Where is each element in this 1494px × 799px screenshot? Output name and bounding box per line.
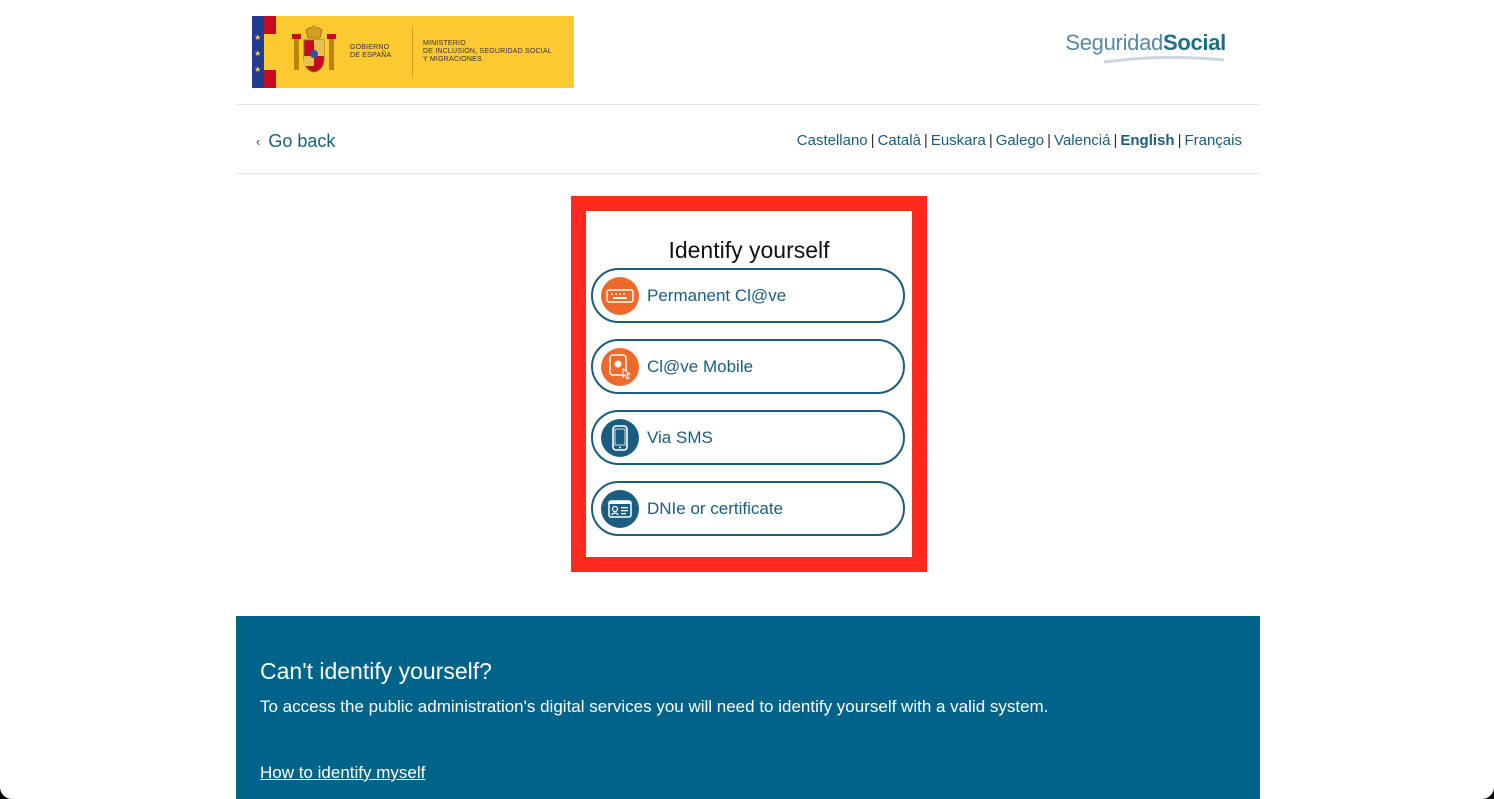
lang-separator: | xyxy=(988,132,993,149)
lang-galego[interactable]: Galego xyxy=(996,132,1044,149)
government-logo[interactable]: ★ ★ ★ GOBIERNO DE ESPAÑA MINISTERIO DE I… xyxy=(252,16,574,88)
ministerio-text: MINISTERIO DE INCLUSIÓN, SEGURIDAD SOCIA… xyxy=(423,40,552,63)
eu-flag-strip: ★ ★ ★ xyxy=(252,16,264,88)
permanent-clave-button[interactable]: Permanent Cl@ve xyxy=(591,268,905,323)
coat-of-arms-icon xyxy=(290,24,338,80)
help-section: Can't identify yourself? To access the p… xyxy=(236,616,1260,799)
help-text: To access the public administration's di… xyxy=(260,697,1049,716)
help-title: Can't identify yourself? xyxy=(260,658,492,684)
smartphone-icon xyxy=(601,418,639,457)
lang-catala[interactable]: Català xyxy=(878,132,921,149)
lang-separator: | xyxy=(870,132,875,149)
logo-divider xyxy=(412,26,413,78)
dnie-certificate-button[interactable]: DNIe or certificate xyxy=(591,481,905,536)
clave-mobile-button[interactable]: Cl@ve Mobile xyxy=(591,339,905,394)
option-label: Permanent Cl@ve xyxy=(647,285,787,305)
how-to-identify-link[interactable]: How to identify myself xyxy=(260,763,425,783)
identify-card: Identify yourself Permanent Cl@ve Cl@ve … xyxy=(586,211,912,557)
navbar: ‹ Go back Castellano | Català | Euskara … xyxy=(236,105,1260,174)
mobile-touch-icon xyxy=(601,347,639,386)
go-back-label: Go back xyxy=(268,131,336,151)
lang-valencia[interactable]: Valenciá xyxy=(1054,132,1110,149)
keyboard-icon xyxy=(601,276,639,315)
option-label: Via SMS xyxy=(647,427,713,447)
seguridad-social-logo[interactable]: SeguridadSocial xyxy=(1065,30,1226,56)
lang-euskara[interactable]: Euskara xyxy=(931,132,986,149)
lang-separator: | xyxy=(1113,132,1118,149)
id-card-icon xyxy=(601,489,639,528)
identify-title: Identify yourself xyxy=(668,237,830,263)
spain-flag-strip xyxy=(264,16,276,88)
via-sms-button[interactable]: Via SMS xyxy=(591,410,905,465)
header: ★ ★ ★ GOBIERNO DE ESPAÑA MINISTERIO DE I… xyxy=(236,0,1260,105)
gobierno-text: GOBIERNO DE ESPAÑA xyxy=(350,44,392,59)
option-label: Cl@ve Mobile xyxy=(647,356,754,376)
language-selector: Castellano | Català | Euskara | Galego |… xyxy=(797,132,1242,149)
logo-swoosh-icon xyxy=(1104,56,1224,64)
lang-english[interactable]: English xyxy=(1120,132,1174,149)
lang-separator: | xyxy=(1177,132,1182,149)
lang-separator: | xyxy=(923,132,928,149)
go-back-link[interactable]: ‹ Go back xyxy=(256,131,335,152)
chevron-left-icon: ‹ xyxy=(256,134,261,149)
highlight-frame: Identify yourself Permanent Cl@ve Cl@ve … xyxy=(571,196,927,572)
lang-separator: | xyxy=(1047,132,1052,149)
page: ★ ★ ★ GOBIERNO DE ESPAÑA MINISTERIO DE I… xyxy=(0,0,1494,799)
lang-castellano[interactable]: Castellano xyxy=(797,132,868,149)
option-label: DNIe or certificate xyxy=(647,498,784,518)
lang-francais[interactable]: Français xyxy=(1184,132,1242,149)
